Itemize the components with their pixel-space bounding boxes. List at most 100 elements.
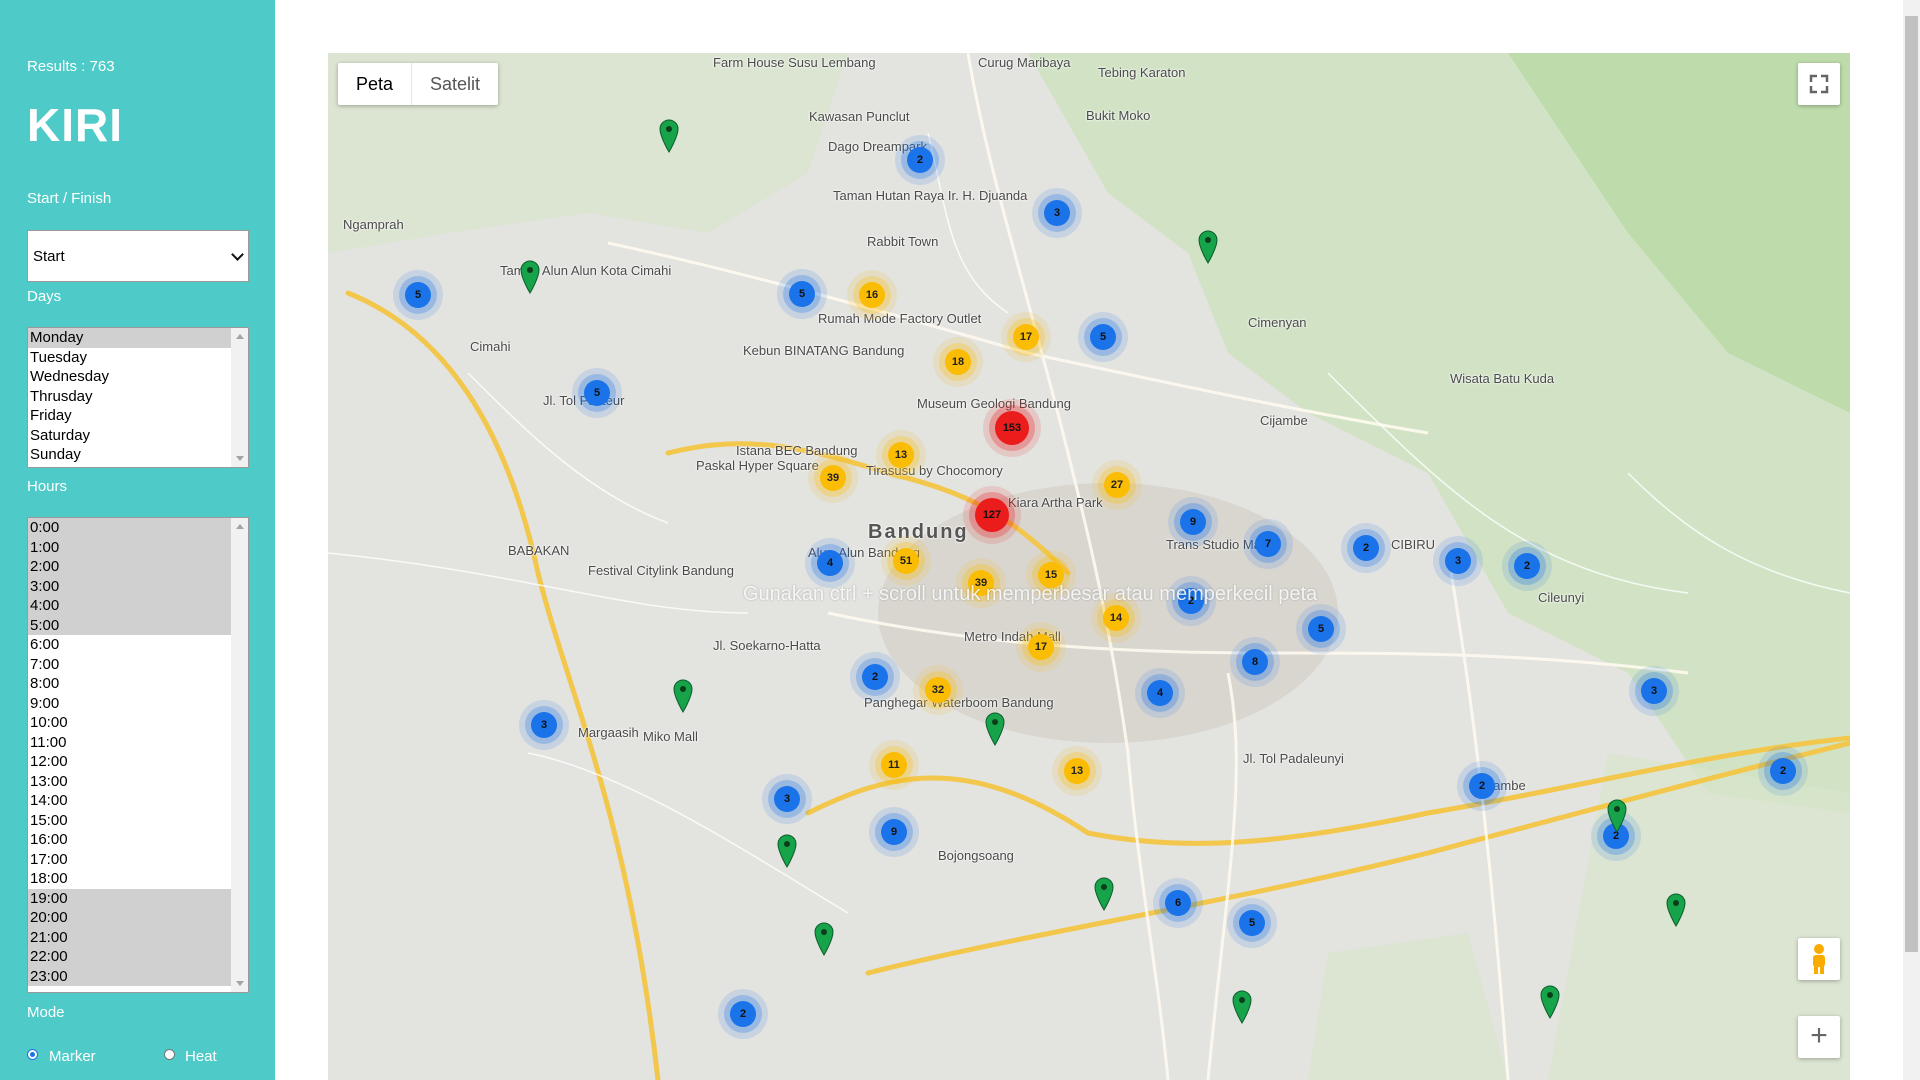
map-pin-icon[interactable] xyxy=(777,834,797,868)
fullscreen-button[interactable] xyxy=(1798,63,1840,105)
map-cluster-marker[interactable]: 2 xyxy=(907,147,933,173)
hour-option[interactable]: 17:00 xyxy=(28,850,232,870)
mode-marker-radio[interactable] xyxy=(27,1049,38,1060)
hour-option[interactable]: 5:00 xyxy=(28,615,232,635)
hour-option[interactable]: 14:00 xyxy=(28,791,232,811)
hour-option[interactable]: 16:00 xyxy=(28,830,232,850)
mode-marker-label[interactable]: Marker xyxy=(49,1048,96,1065)
map-cluster-marker[interactable]: 5 xyxy=(405,282,431,308)
hour-option[interactable]: 18:00 xyxy=(28,869,232,889)
map-cluster-marker[interactable]: 3 xyxy=(1641,678,1667,704)
map-cluster-marker[interactable]: 3 xyxy=(531,712,557,738)
mode-heat-radio[interactable] xyxy=(164,1049,175,1060)
map-cluster-marker[interactable]: 5 xyxy=(1308,616,1334,642)
map-cluster-marker[interactable]: 6 xyxy=(1165,890,1191,916)
map-pin-icon[interactable] xyxy=(1094,877,1114,911)
map-cluster-marker[interactable]: 32 xyxy=(925,677,951,703)
map-cluster-marker[interactable]: 17 xyxy=(1028,634,1054,660)
map-cluster-marker[interactable]: 127 xyxy=(975,498,1009,532)
days-listbox[interactable]: Monday Tuesday Wednesday Thrusday Friday… xyxy=(27,327,249,468)
day-option[interactable]: Monday xyxy=(28,328,232,348)
map-cluster-marker[interactable]: 153 xyxy=(995,411,1029,445)
map-cluster-marker[interactable]: 5 xyxy=(789,281,815,307)
hour-option[interactable]: 7:00 xyxy=(28,655,232,675)
hour-option[interactable]: 15:00 xyxy=(28,811,232,831)
day-option[interactable]: Sunday xyxy=(28,445,232,465)
map-cluster-marker[interactable]: 4 xyxy=(817,550,843,576)
hour-option[interactable]: 13:00 xyxy=(28,772,232,792)
hour-option[interactable]: 23:00 xyxy=(28,966,232,986)
scroll-down-icon[interactable] xyxy=(236,981,244,986)
map-cluster-marker[interactable]: 2 xyxy=(1514,553,1540,579)
map-pin-icon[interactable] xyxy=(1198,230,1218,264)
hour-option[interactable]: 21:00 xyxy=(28,927,232,947)
mode-heat-label[interactable]: Heat xyxy=(185,1048,217,1065)
hour-option[interactable]: 2:00 xyxy=(28,557,232,577)
map-cluster-marker[interactable]: 3 xyxy=(1445,548,1471,574)
map-cluster-marker[interactable]: 9 xyxy=(1180,509,1206,535)
map-cluster-marker[interactable]: 51 xyxy=(893,548,919,574)
map-cluster-marker[interactable]: 2 xyxy=(862,664,888,690)
map-cluster-marker[interactable]: 8 xyxy=(1242,649,1268,675)
days-scrollbar[interactable] xyxy=(231,328,248,467)
tab-peta[interactable]: Peta xyxy=(338,63,413,105)
scroll-up-icon[interactable] xyxy=(236,524,244,529)
hour-option[interactable]: 1:00 xyxy=(28,537,232,557)
map-cluster-marker[interactable]: 7 xyxy=(1255,531,1281,557)
map-pin-icon[interactable] xyxy=(659,119,679,153)
day-option[interactable]: Wednesday xyxy=(28,367,232,387)
map-cluster-marker[interactable]: 5 xyxy=(1239,910,1265,936)
hour-option[interactable]: 9:00 xyxy=(28,694,232,714)
map-cluster-marker[interactable]: 2 xyxy=(1353,535,1379,561)
map-cluster-marker[interactable]: 9 xyxy=(881,819,907,845)
street-view-pegman-button[interactable] xyxy=(1798,938,1840,980)
map-pin-icon[interactable] xyxy=(1607,799,1627,833)
page-scrollbar-thumb[interactable] xyxy=(1905,16,1918,952)
map-cluster-marker[interactable]: 2 xyxy=(1469,773,1495,799)
map-pin-icon[interactable] xyxy=(673,679,693,713)
map-cluster-marker[interactable]: 4 xyxy=(1147,680,1173,706)
hours-listbox[interactable]: 0:00 1:00 2:00 3:00 4:00 5:00 6:00 7:00 … xyxy=(27,517,249,993)
map-pin-icon[interactable] xyxy=(985,712,1005,746)
hour-option[interactable]: 4:00 xyxy=(28,596,232,616)
map-cluster-marker[interactable]: 14 xyxy=(1103,605,1129,631)
map-cluster-marker[interactable]: 39 xyxy=(820,465,846,491)
map-cluster-marker[interactable]: 16 xyxy=(859,282,885,308)
hour-option[interactable]: 11:00 xyxy=(28,733,232,753)
hour-option[interactable]: 6:00 xyxy=(28,635,232,655)
scroll-up-icon[interactable] xyxy=(236,334,244,339)
map-cluster-marker[interactable]: 5 xyxy=(584,380,610,406)
map-cluster-marker[interactable]: 17 xyxy=(1013,324,1039,350)
map-pin-icon[interactable] xyxy=(1666,893,1686,927)
tab-satelit[interactable]: Satelit xyxy=(412,63,498,105)
page-scrollbar[interactable] xyxy=(1903,0,1920,1080)
hour-option[interactable]: 22:00 xyxy=(28,947,232,967)
map-cluster-marker[interactable]: 11 xyxy=(881,752,907,778)
map-cluster-marker[interactable]: 2 xyxy=(730,1001,756,1027)
hour-option[interactable]: 10:00 xyxy=(28,713,232,733)
map-pin-icon[interactable] xyxy=(1540,985,1560,1019)
map-cluster-marker[interactable]: 13 xyxy=(1064,758,1090,784)
map-cluster-marker[interactable]: 5 xyxy=(1090,324,1116,350)
map-pin-icon[interactable] xyxy=(1232,990,1252,1024)
map-pin-icon[interactable] xyxy=(520,260,540,294)
map-cluster-marker[interactable]: 2 xyxy=(1770,758,1796,784)
day-option[interactable]: Thrusday xyxy=(28,387,232,407)
hour-option[interactable]: 3:00 xyxy=(28,576,232,596)
start-finish-select[interactable]: Start xyxy=(27,230,249,282)
hour-option[interactable]: 20:00 xyxy=(28,908,232,928)
zoom-in-button[interactable]: + xyxy=(1798,1016,1840,1058)
day-option[interactable]: Friday xyxy=(28,406,232,426)
hour-option[interactable]: 19:00 xyxy=(28,888,232,908)
map-cluster-marker[interactable]: 13 xyxy=(888,442,914,468)
hour-option[interactable]: 8:00 xyxy=(28,674,232,694)
hour-option[interactable]: 12:00 xyxy=(28,752,232,772)
scroll-down-icon[interactable] xyxy=(236,456,244,461)
day-option[interactable]: Saturday xyxy=(28,426,232,446)
map-cluster-marker[interactable]: 27 xyxy=(1104,472,1130,498)
hour-option[interactable]: 0:00 xyxy=(28,518,232,538)
map-cluster-marker[interactable]: 3 xyxy=(774,786,800,812)
map-cluster-marker[interactable]: 3 xyxy=(1044,200,1070,226)
hours-scrollbar[interactable] xyxy=(231,518,248,992)
map-cluster-marker[interactable]: 18 xyxy=(945,349,971,375)
